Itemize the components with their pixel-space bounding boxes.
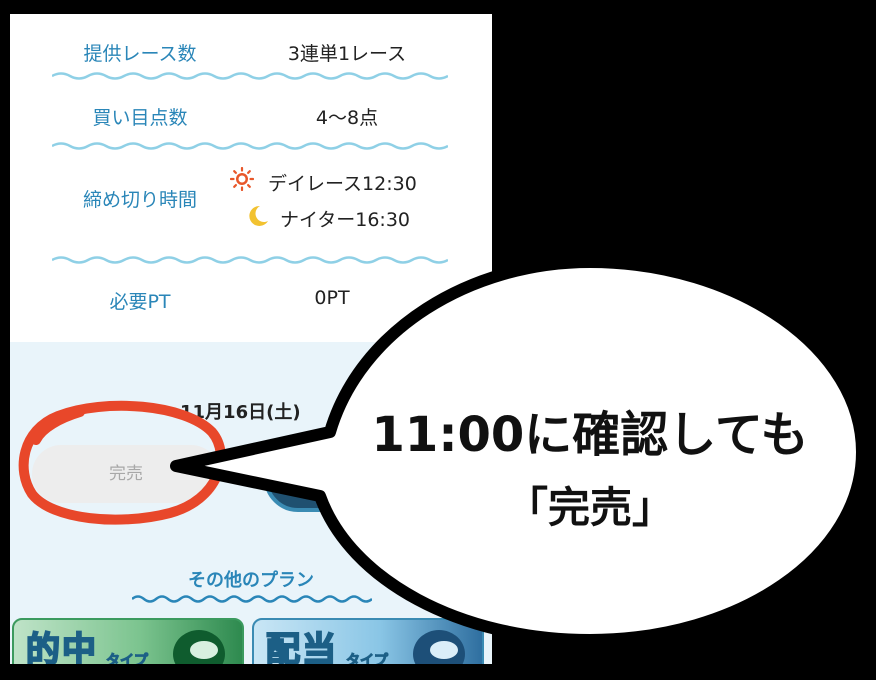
callout-line-1: 11:00に確認しても	[371, 407, 809, 463]
callout-line-2: 「完売」	[505, 483, 674, 532]
speech-bubble	[170, 256, 868, 646]
